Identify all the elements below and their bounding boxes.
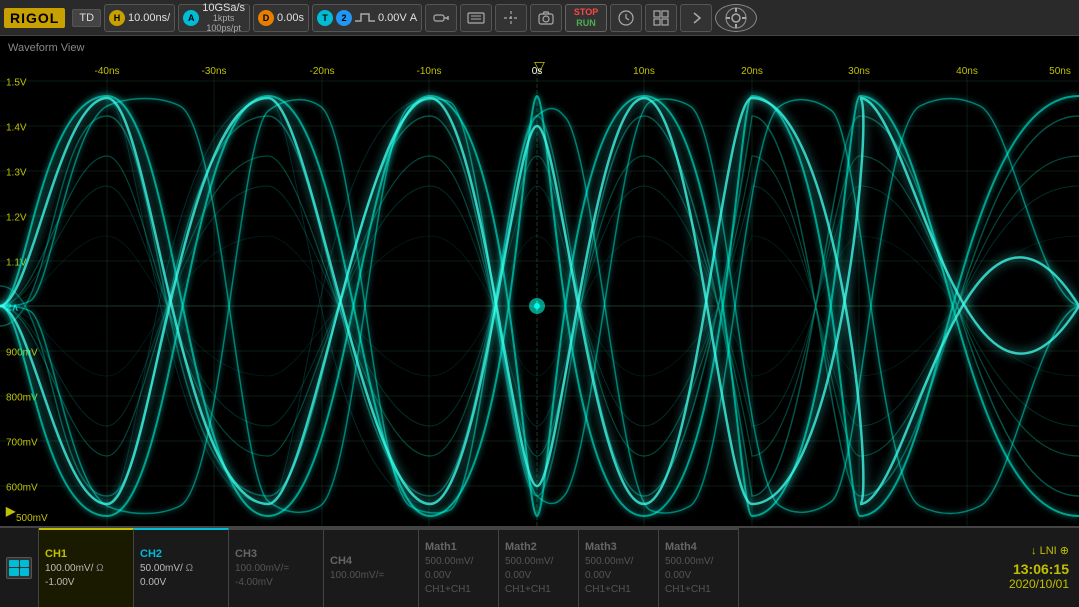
time-display: 13:06:15 bbox=[1013, 561, 1069, 577]
camera-icon bbox=[537, 9, 555, 27]
math2-name: Math2 bbox=[505, 541, 572, 553]
a-indicator: A bbox=[183, 10, 199, 26]
sample-rate-section: A 10GSa/s 1kpts 100ps/pt bbox=[178, 4, 250, 32]
probe-button[interactable] bbox=[425, 4, 457, 32]
rigol-logo: RIGOL bbox=[4, 8, 65, 28]
probe-icon bbox=[432, 9, 450, 27]
horizontal-section: H 10.00ns/ bbox=[104, 4, 175, 32]
math3-name: Math3 bbox=[585, 541, 652, 553]
ch1-box[interactable]: CH1 100.00mV/ Ω -1.00V bbox=[39, 528, 134, 607]
math4-operands: CH1+CH1 bbox=[665, 583, 732, 597]
sample-rate-value[interactable]: 10GSa/s bbox=[202, 2, 245, 14]
ch2-scale: 50.00mV/ Ω bbox=[140, 562, 222, 576]
ch1-scale: 100.00mV/ Ω bbox=[45, 562, 127, 576]
h-indicator: H bbox=[109, 10, 125, 26]
channel-bar: CH1 100.00mV/ Ω -1.00V CH2 50.00mV/ Ω 0.… bbox=[0, 526, 1079, 607]
math4-scale: 500.00mV/ bbox=[665, 555, 732, 569]
math3-formula: 0.00V bbox=[585, 569, 652, 583]
trigger-channel: 2 bbox=[336, 10, 352, 26]
ch4-name: CH4 bbox=[330, 555, 412, 567]
waveform-view-label: Waveform View bbox=[8, 42, 84, 54]
settings-button[interactable] bbox=[715, 4, 757, 32]
ch3-offset: -4.00mV bbox=[235, 576, 317, 590]
ch2-offset: 0.00V bbox=[140, 576, 222, 590]
math1-name: Math1 bbox=[425, 541, 492, 553]
history-button[interactable] bbox=[610, 4, 642, 32]
math1-box[interactable]: Math1 500.00mV/ 0.00V CH1+CH1 bbox=[419, 528, 499, 607]
math2-formula: 0.00V bbox=[505, 569, 572, 583]
pspy-value: 100ps/pt bbox=[206, 24, 241, 34]
timebase-value[interactable]: 10.00ns/ bbox=[128, 12, 170, 24]
ch1-name: CH1 bbox=[45, 548, 127, 560]
run-label: RUN bbox=[576, 18, 596, 29]
waveform-display[interactable]: Waveform View ▽ 1.5V 1.4V 1.3V 1.2V 1.1V… bbox=[0, 36, 1079, 526]
more-button[interactable] bbox=[680, 4, 712, 32]
status-area: ↓ LNI ⊕ 13:06:15 2020/10/01 bbox=[979, 528, 1079, 607]
math2-operands: CH1+CH1 bbox=[505, 583, 572, 597]
waveform-trace: 500mV bbox=[0, 36, 1079, 526]
history-icon bbox=[617, 9, 635, 27]
trigger-unit: A bbox=[410, 12, 417, 24]
math3-box[interactable]: Math3 500.00mV/ 0.00V CH1+CH1 bbox=[579, 528, 659, 607]
svg-text:500mV: 500mV bbox=[16, 513, 48, 524]
ch1-offset: -1.00V bbox=[45, 576, 127, 590]
lni-status: ↓ LNI ⊕ bbox=[1031, 544, 1069, 557]
channel-nav-icons[interactable] bbox=[0, 528, 39, 607]
measure-button[interactable] bbox=[460, 4, 492, 32]
mode-badge[interactable]: TD bbox=[72, 9, 101, 27]
settings-gear-icon bbox=[723, 5, 749, 31]
delay-section: D 0.00s bbox=[253, 4, 309, 32]
stop-run-button[interactable]: STOP RUN bbox=[565, 4, 607, 32]
ch3-scale: 100.00mV/= bbox=[235, 562, 317, 576]
ch3-box[interactable]: CH3 100.00mV/= -4.00mV bbox=[229, 528, 324, 607]
ch2-box[interactable]: CH2 50.00mV/ Ω 0.00V bbox=[134, 528, 229, 607]
ch4-box[interactable]: CH4 100.00mV/= bbox=[324, 528, 419, 607]
math4-box[interactable]: Math4 500.00mV/ 0.00V CH1+CH1 bbox=[659, 528, 739, 607]
grid-layout-icon bbox=[652, 9, 670, 27]
grid-layout-button[interactable] bbox=[645, 4, 677, 32]
trigger-waveform-icon bbox=[355, 11, 375, 25]
math2-scale: 500.00mV/ bbox=[505, 555, 572, 569]
math4-formula: 0.00V bbox=[665, 569, 732, 583]
math1-scale: 500.00mV/ bbox=[425, 555, 492, 569]
math1-operands: CH1+CH1 bbox=[425, 583, 492, 597]
d-indicator: D bbox=[258, 10, 274, 26]
math3-scale: 500.00mV/ bbox=[585, 555, 652, 569]
trigger-section: T 2 0.00V A bbox=[312, 4, 422, 32]
ch3-name: CH3 bbox=[235, 548, 317, 560]
date-display: 2020/10/01 bbox=[1009, 577, 1069, 591]
math3-operands: CH1+CH1 bbox=[585, 583, 652, 597]
toolbar: RIGOL TD H 10.00ns/ A 10GSa/s 1kpts 100p… bbox=[0, 0, 1079, 36]
delay-value[interactable]: 0.00s bbox=[277, 12, 304, 24]
math1-formula: 0.00V bbox=[425, 569, 492, 583]
math2-box[interactable]: Math2 500.00mV/ 0.00V CH1+CH1 bbox=[499, 528, 579, 607]
cursor-icon bbox=[502, 9, 520, 27]
ch4-scale: 100.00mV/= bbox=[330, 569, 412, 583]
snapshot-button[interactable] bbox=[530, 4, 562, 32]
channel-grid-icon bbox=[6, 557, 32, 579]
math4-name: Math4 bbox=[665, 541, 732, 553]
measure-icon bbox=[467, 9, 485, 27]
stop-label: STOP bbox=[574, 7, 598, 18]
ch2-name: CH2 bbox=[140, 548, 222, 560]
cursor-button[interactable] bbox=[495, 4, 527, 32]
t-indicator: T bbox=[317, 10, 333, 26]
chevron-right-icon bbox=[687, 9, 705, 27]
trigger-level[interactable]: 0.00V bbox=[378, 12, 407, 24]
